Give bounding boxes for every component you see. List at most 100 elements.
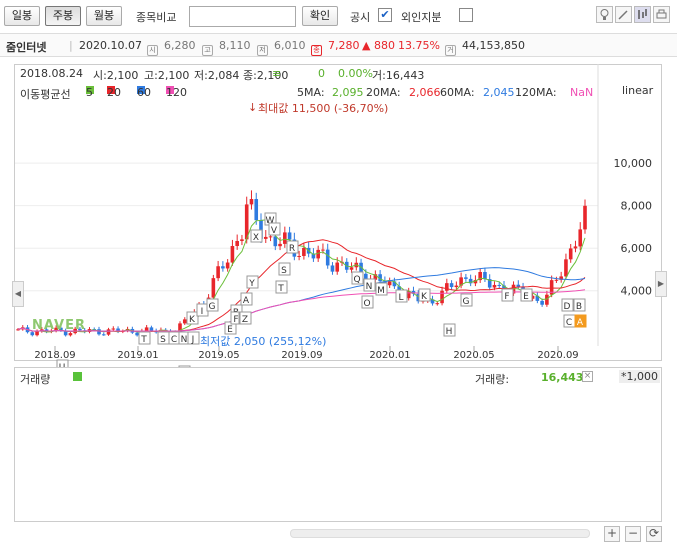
annotation-label: T xyxy=(277,284,284,294)
candle-body xyxy=(249,199,254,205)
max-marker-icon: ↓ xyxy=(248,101,257,114)
candle-body xyxy=(225,262,230,269)
candle-body xyxy=(454,285,459,288)
ma60-line xyxy=(17,267,586,332)
ma120-line xyxy=(17,289,586,332)
candle-body xyxy=(111,328,116,330)
scroll-right-icon[interactable]: ▶ xyxy=(655,271,667,297)
candle-body xyxy=(554,279,559,281)
candle-body xyxy=(235,241,239,247)
candle-body xyxy=(578,229,583,247)
candle-body xyxy=(283,232,287,244)
annotation-label: J xyxy=(191,335,195,345)
candle-body xyxy=(278,243,282,247)
annotation-label: X xyxy=(253,233,259,243)
x-tick-label: 2020.09 xyxy=(537,350,578,361)
volume-value-label: 거래량: xyxy=(475,373,510,386)
annotation-label: H xyxy=(446,327,453,337)
annotation-label: D xyxy=(564,302,571,312)
annotation-label: N xyxy=(366,282,373,292)
zoom-in-icon[interactable]: + xyxy=(604,526,620,542)
scrollbar[interactable] xyxy=(290,529,590,538)
candle-body xyxy=(144,327,149,331)
candle-body xyxy=(564,259,568,277)
price-y-tick: 6,000 xyxy=(621,242,653,255)
annotation-label: O xyxy=(363,299,370,309)
annotation-label: M xyxy=(377,286,385,296)
candle-body xyxy=(273,236,278,247)
candle-body xyxy=(240,239,244,242)
candle-body xyxy=(492,284,497,288)
annotation-label: Y xyxy=(248,279,255,289)
price-y-tick: 4,000 xyxy=(621,285,653,298)
x-tick-label: 2020.05 xyxy=(453,350,494,361)
annotation-label: T xyxy=(140,335,147,345)
max-label: 최대값 11,500 (-36,70%) xyxy=(258,102,389,115)
x-tick-label: 2019.05 xyxy=(198,350,239,361)
volume-unit: *1,000 xyxy=(619,370,660,383)
ma5-line xyxy=(17,219,586,333)
x-tick-label: 2018.09 xyxy=(34,350,75,361)
candle-body xyxy=(573,246,578,249)
volume-value: 16,443 xyxy=(541,371,584,384)
naver-watermark: NAVER xyxy=(32,318,87,333)
volume-panel xyxy=(14,367,662,522)
candle-body xyxy=(464,277,468,279)
candle-body xyxy=(68,333,73,336)
min-label: 최저값 2,050 (255,12%) xyxy=(200,335,327,348)
annotation-label: C xyxy=(566,318,572,328)
annotation-label: L xyxy=(398,293,403,303)
annotation-label: G xyxy=(209,302,216,312)
candle-body xyxy=(387,281,392,286)
candle-body xyxy=(545,294,549,305)
candle-body xyxy=(497,284,502,286)
x-tick-label: 2019.09 xyxy=(281,350,322,361)
annotation-label: V xyxy=(271,226,278,236)
annotation-label: I xyxy=(201,307,204,317)
reset-icon[interactable]: ⟳ xyxy=(646,526,662,542)
candle-body xyxy=(101,334,106,336)
annotation-label: B xyxy=(576,302,582,312)
candle-body xyxy=(321,249,325,251)
candle-body xyxy=(254,199,259,221)
candle-body xyxy=(216,266,220,279)
candle-body xyxy=(445,283,449,291)
candle-body xyxy=(268,236,273,238)
candle-body xyxy=(568,248,573,260)
annotation-label: F xyxy=(233,315,238,325)
annotation-label: Q xyxy=(353,275,360,285)
candle-body xyxy=(330,265,335,272)
candle-body xyxy=(449,283,454,288)
volume-panel-title: 거래량 xyxy=(20,373,51,386)
candle-body xyxy=(211,278,216,298)
candle-body xyxy=(182,319,187,324)
annotation-label: C xyxy=(171,335,177,345)
candle-body xyxy=(435,303,440,305)
annotation-label: S xyxy=(160,335,166,345)
scroll-left-icon[interactable]: ◀ xyxy=(12,281,24,307)
x-tick-label: 2019.01 xyxy=(117,350,158,361)
candle-body xyxy=(287,232,292,240)
candle-body xyxy=(483,271,487,280)
candle-body xyxy=(135,332,139,336)
x-tick-label: 2020.01 xyxy=(369,350,410,361)
volume-legend-square xyxy=(73,372,82,381)
volume-close-icon[interactable]: × xyxy=(582,371,593,382)
candle-body xyxy=(106,329,111,335)
annotation-label: F xyxy=(504,292,509,302)
annotation-label: S xyxy=(281,266,287,276)
annotation-label: E xyxy=(523,292,529,302)
candle-body xyxy=(349,267,354,270)
zoom-out-icon[interactable]: − xyxy=(625,526,641,542)
candle-body xyxy=(540,300,544,305)
annotation-label: N xyxy=(181,335,188,345)
annotation-label: Z xyxy=(242,315,248,325)
candle-body xyxy=(325,249,330,266)
candle-body xyxy=(230,246,235,263)
candle-body xyxy=(302,247,306,256)
annotation-label: A xyxy=(577,318,584,328)
candle-body xyxy=(316,249,320,259)
candles xyxy=(16,190,587,337)
annotation-label: A xyxy=(243,296,250,306)
price-y-tick: 10,000 xyxy=(614,157,653,170)
